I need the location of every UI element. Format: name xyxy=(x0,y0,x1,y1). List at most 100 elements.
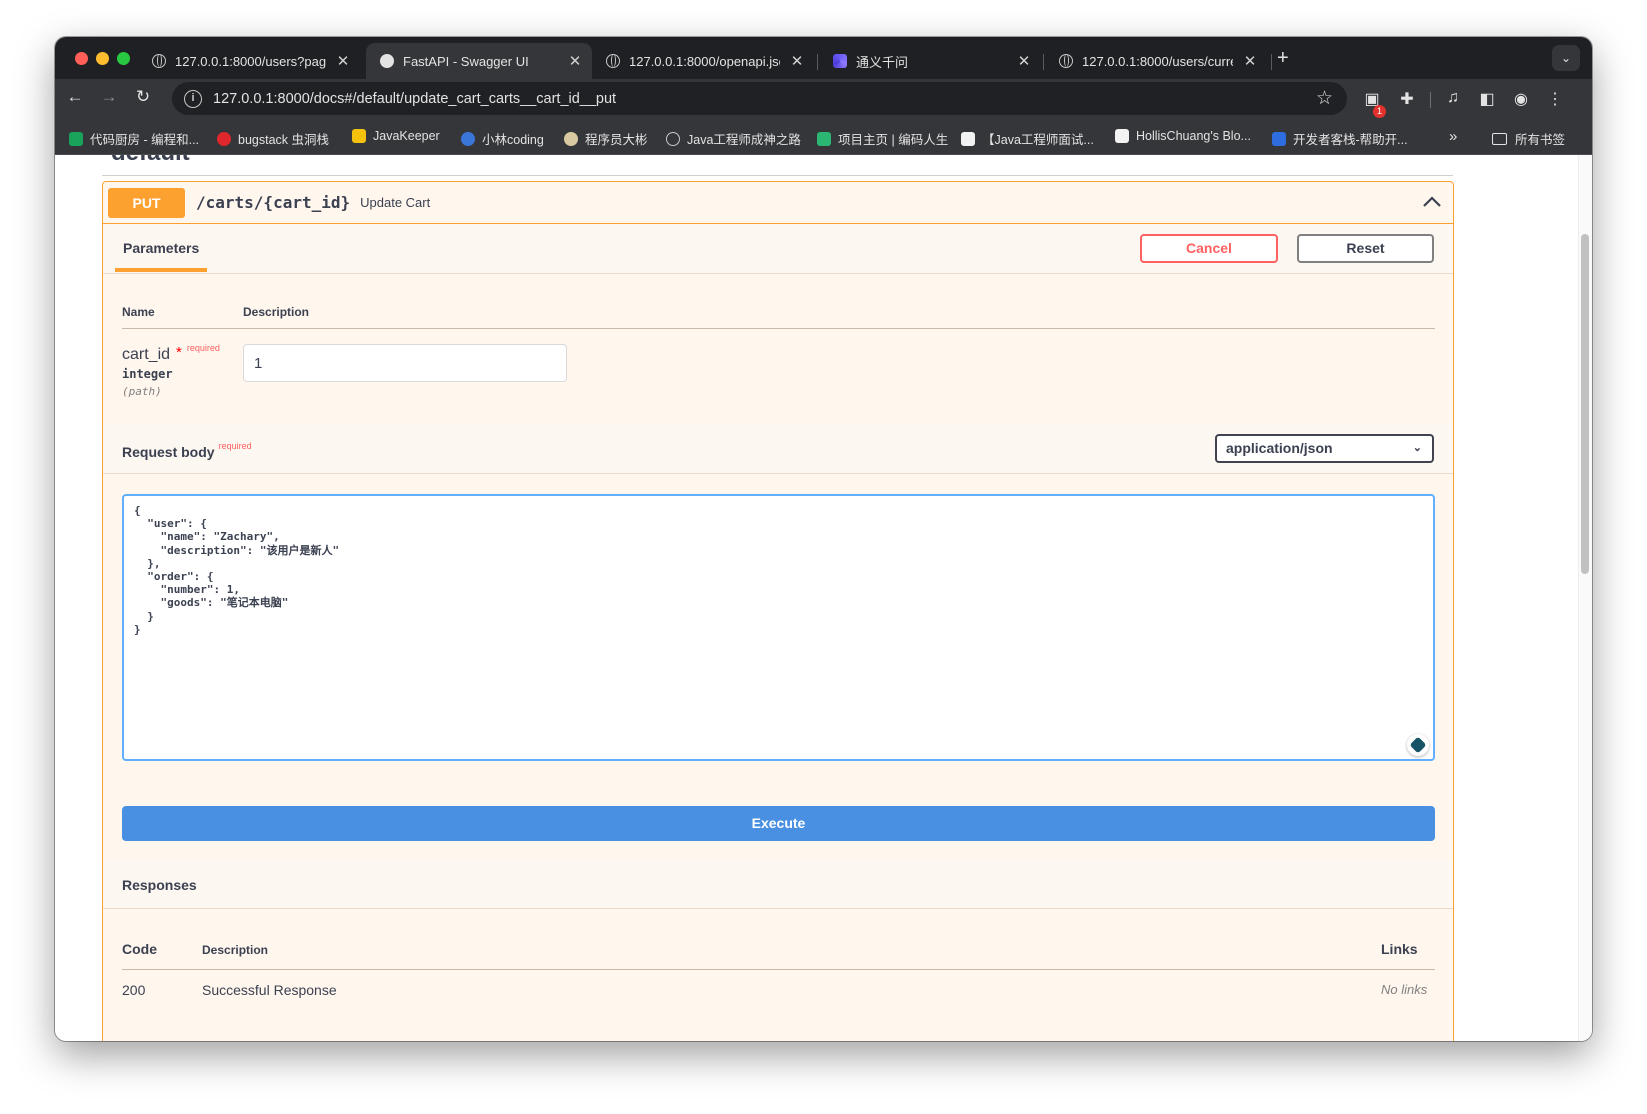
bookmark-item[interactable]: 代码厨房 - 编程和... xyxy=(69,129,199,148)
bookmark-favicon-icon xyxy=(1115,129,1129,143)
bookmark-label: JavaKeeper xyxy=(373,129,440,143)
links-column-header: Links xyxy=(1381,941,1418,957)
all-bookmarks-button[interactable]: 所有书签 xyxy=(1492,129,1565,148)
tab-swagger-ui[interactable]: FastAPI - Swagger UI ✕ xyxy=(366,43,592,79)
bookmark-item[interactable]: 程序员大彬 xyxy=(564,129,648,148)
side-panel-icon[interactable]: ◧ xyxy=(1476,89,1498,109)
execute-button[interactable]: Execute xyxy=(122,806,1435,841)
operation-description: Update Cart xyxy=(360,195,431,210)
browser-toolbar: ← → ↻ i 127.0.0.1:8000/docs#/default/upd… xyxy=(55,79,1592,119)
responses-header: Responses xyxy=(103,860,1453,909)
content-type-value: application/json xyxy=(1226,440,1333,456)
section-divider xyxy=(102,175,1453,176)
response-links: No links xyxy=(1381,982,1428,997)
tab-parameters[interactable]: Parameters xyxy=(115,224,208,272)
reload-icon[interactable]: ↻ xyxy=(132,87,154,107)
parameter-location: (path) xyxy=(122,385,162,398)
operation-summary[interactable]: PUT /carts/{cart_id} Update Cart xyxy=(103,182,1453,224)
param-name-text: cart_id xyxy=(122,346,171,363)
extension-badge: 1 xyxy=(1373,105,1386,118)
close-window-button[interactable] xyxy=(75,52,88,65)
chevron-up-icon[interactable] xyxy=(1421,191,1443,213)
close-tab-icon[interactable]: ✕ xyxy=(336,52,350,70)
minimize-window-button[interactable] xyxy=(96,52,109,65)
tab-users-current[interactable]: 127.0.0.1:8000/users/current ✕ xyxy=(1045,43,1267,79)
puzzle-icon[interactable]: ✚ xyxy=(1396,89,1418,109)
browser-window: 127.0.0.1:8000/users?page_i ✕ FastAPI - … xyxy=(55,37,1592,1041)
more-menu-icon[interactable]: ⋮ xyxy=(1544,89,1566,109)
bookmark-favicon-icon xyxy=(817,131,831,146)
chevron-down-icon: ⌄ xyxy=(1412,442,1422,454)
bookmark-star-icon[interactable]: ☆ xyxy=(1316,87,1333,110)
bookmark-favicon-icon xyxy=(217,131,231,146)
bookmark-item[interactable]: 项目主页 | 编码人生 xyxy=(817,129,948,148)
tab-divider xyxy=(1043,54,1044,70)
globe-icon xyxy=(666,131,680,146)
bookmarks-overflow-button[interactable]: » xyxy=(1449,128,1457,145)
zoom-window-button[interactable] xyxy=(117,52,130,65)
bookmark-item[interactable]: 【Java工程师面试... xyxy=(961,129,1094,148)
new-tab-button[interactable]: + xyxy=(1277,48,1289,68)
operation-block: PUT /carts/{cart_id} Update Cart Paramet… xyxy=(102,181,1454,1041)
bookmark-label: 代码厨房 - 编程和... xyxy=(90,133,200,147)
tongyi-icon xyxy=(833,54,847,68)
bookmark-item[interactable]: 小林coding xyxy=(461,129,544,148)
bookmark-label: 小林coding xyxy=(482,133,544,147)
all-bookmarks-label: 所有书签 xyxy=(1515,133,1566,147)
tab-title: FastAPI - Swagger UI xyxy=(403,53,529,69)
grammarly-icon[interactable] xyxy=(1407,734,1429,756)
cart-id-input[interactable] xyxy=(243,344,567,382)
close-tab-icon[interactable]: ✕ xyxy=(568,52,582,70)
page-scrollbar[interactable] xyxy=(1578,155,1592,1041)
request-body-editor[interactable]: { "user": { "name": "Zachary", "descript… xyxy=(122,494,1435,761)
cancel-button[interactable]: Cancel xyxy=(1140,234,1278,263)
globe-icon xyxy=(606,54,620,68)
url-text[interactable]: 127.0.0.1:8000/docs#/default/update_cart… xyxy=(213,91,616,107)
fastapi-icon xyxy=(380,54,394,68)
bookmark-label: Java工程师成神之路 xyxy=(687,133,801,147)
close-tab-icon[interactable]: ✕ xyxy=(790,52,804,70)
close-tab-icon[interactable]: ✕ xyxy=(1243,52,1257,70)
bookmark-favicon-icon xyxy=(564,131,578,146)
tab-search-button[interactable]: ⌄ xyxy=(1552,45,1580,71)
profile-avatar-icon[interactable]: ◉ xyxy=(1510,89,1532,109)
tab-tongyi-qianwen[interactable]: 通义千问 ✕ xyxy=(819,43,1041,79)
bookmark-item[interactable]: Java工程师成神之路 xyxy=(666,129,801,148)
globe-icon xyxy=(152,54,166,68)
bookmark-favicon-icon xyxy=(69,131,83,146)
bookmark-label: bugstack 虫洞栈 xyxy=(238,133,330,147)
bookmark-item[interactable]: 开发者客栈-帮助开... xyxy=(1272,129,1408,148)
parameter-name: cart_id * required xyxy=(122,343,220,364)
column-description-header: Description xyxy=(243,305,310,319)
response-description: Successful Response xyxy=(202,982,337,998)
required-tag: required xyxy=(218,441,252,451)
page-content: default ⌃ PUT /carts/{cart_id} Update Ca… xyxy=(55,155,1592,1041)
tab-openapi-json[interactable]: 127.0.0.1:8000/openapi.json ✕ xyxy=(592,43,814,79)
chevron-up-icon[interactable]: ⌃ xyxy=(1411,155,1426,162)
parameter-type: integer xyxy=(122,367,173,381)
media-control-icon[interactable]: ♫ xyxy=(1442,89,1464,107)
back-arrow-icon[interactable]: ← xyxy=(64,87,86,107)
section-title[interactable]: default xyxy=(111,155,190,167)
operation-path: /carts/{cart_id} xyxy=(196,193,351,212)
toolbar-divider xyxy=(1430,92,1431,108)
bookmark-item[interactable]: HollisChuang's Blo... xyxy=(1115,129,1251,143)
bookmark-favicon-icon xyxy=(352,129,366,143)
reset-button[interactable]: Reset xyxy=(1297,234,1434,263)
folder-icon xyxy=(1492,132,1507,145)
forward-arrow-icon[interactable]: → xyxy=(98,87,120,107)
close-tab-icon[interactable]: ✕ xyxy=(1017,52,1031,70)
address-bar[interactable]: i 127.0.0.1:8000/docs#/default/update_ca… xyxy=(172,82,1347,115)
bookmark-favicon-icon xyxy=(1272,131,1286,146)
scrollbar-thumb[interactable] xyxy=(1581,234,1589,574)
content-type-select[interactable]: application/json ⌄ xyxy=(1215,434,1434,463)
method-badge: PUT xyxy=(108,187,185,218)
responses-label: Responses xyxy=(122,877,197,893)
tab-users-page[interactable]: 127.0.0.1:8000/users?page_i ✕ xyxy=(138,43,360,79)
bookmark-label: HollisChuang's Blo... xyxy=(1136,129,1251,143)
bookmark-item[interactable]: bugstack 虫洞栈 xyxy=(217,129,329,148)
bookmark-item[interactable]: JavaKeeper xyxy=(352,129,440,143)
site-info-icon[interactable]: i xyxy=(184,89,202,108)
bookmark-favicon-icon xyxy=(461,131,475,146)
bookmark-label: 项目主页 | 编码人生 xyxy=(838,133,949,147)
